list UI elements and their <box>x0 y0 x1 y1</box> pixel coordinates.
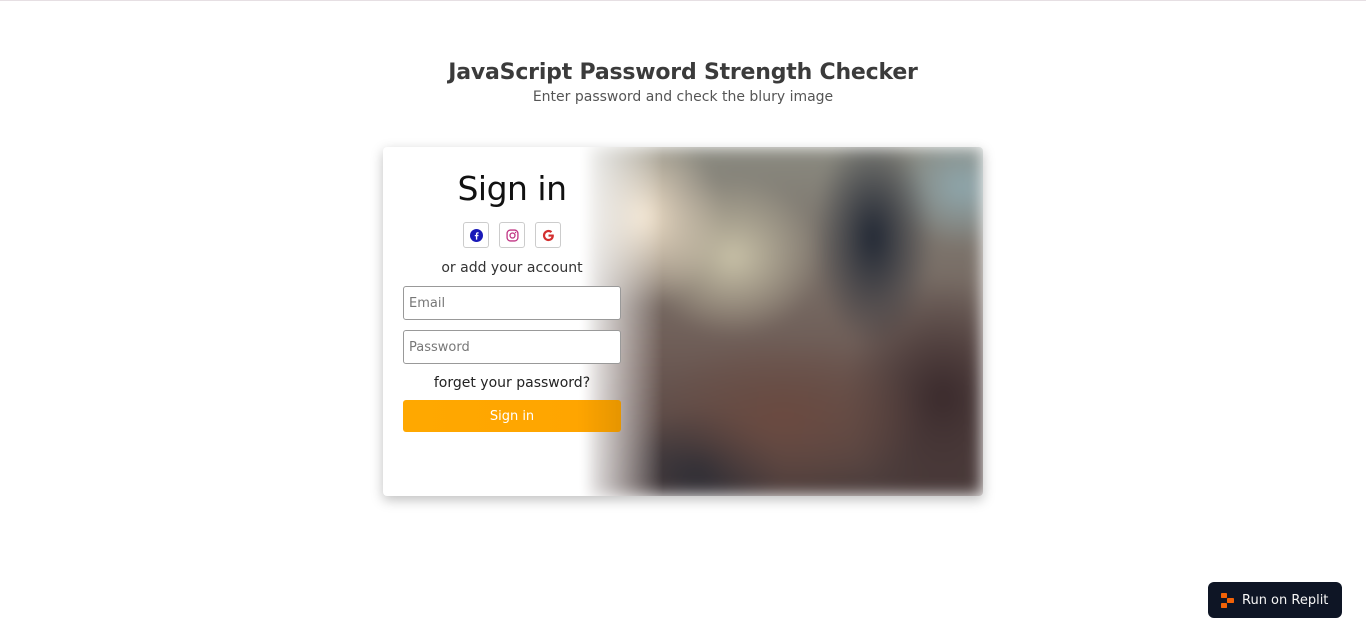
forgot-password-link[interactable]: forget your password? <box>403 375 621 391</box>
email-input[interactable] <box>403 286 621 320</box>
instagram-icon <box>505 228 519 242</box>
social-buttons <box>403 222 621 248</box>
alt-signin-text: or add your account <box>441 260 583 276</box>
signin-button[interactable]: Sign in <box>403 400 621 432</box>
facebook-button[interactable] <box>463 222 489 248</box>
password-input[interactable] <box>403 330 621 364</box>
instagram-button[interactable] <box>499 222 525 248</box>
google-button[interactable] <box>535 222 561 248</box>
google-icon <box>542 229 554 241</box>
page-subtitle: Enter password and check the blury image <box>532 89 834 105</box>
run-on-replit-button[interactable]: Run on Replit <box>1208 582 1342 618</box>
top-divider <box>0 0 1366 1</box>
page-title: JavaScript Password Strength Checker <box>448 60 918 85</box>
page-header: JavaScript Password Strength Checker Ent… <box>0 60 1366 105</box>
replit-label: Run on Replit <box>1242 592 1329 608</box>
signin-card: Sign in or add your account Email forget… <box>383 147 983 496</box>
signin-title: Sign in <box>457 169 567 208</box>
replit-icon <box>1221 592 1234 608</box>
signin-form: Sign in or add your account Email forget… <box>403 147 621 432</box>
facebook-icon <box>469 228 483 242</box>
